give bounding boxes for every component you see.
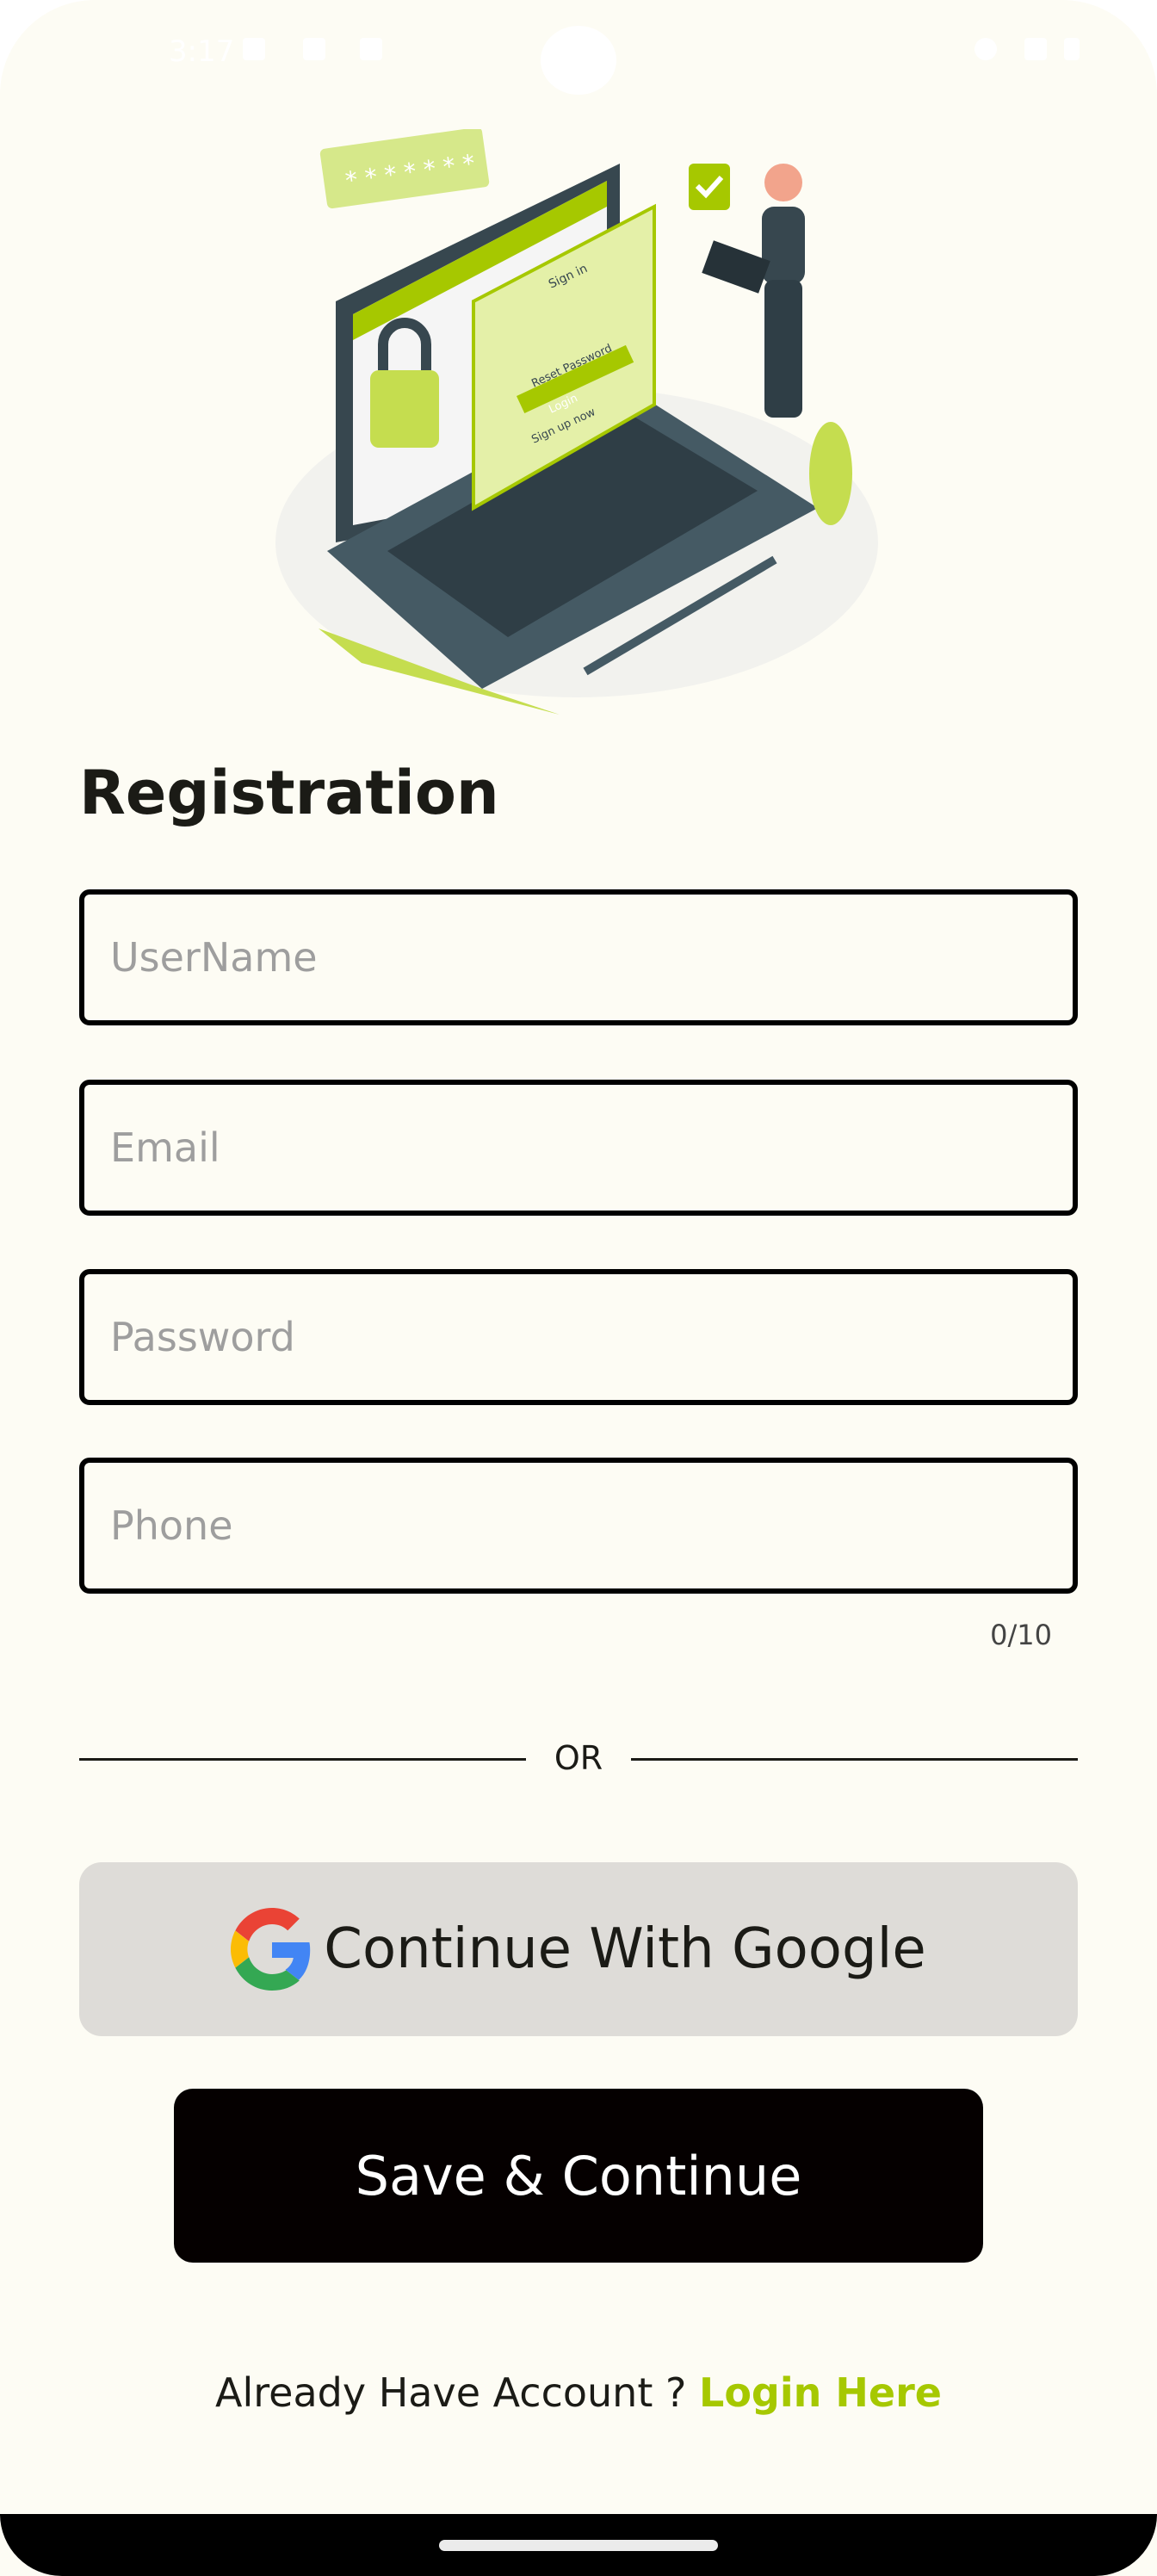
security-illustration: * * * * * * * Sign in Reset Password Log… — [275, 129, 878, 715]
phone-field[interactable] — [79, 1458, 1078, 1594]
person-body — [762, 207, 805, 284]
navigation-bar — [0, 2514, 1157, 2576]
login-prompt-text: Already Have Account ? — [215, 2369, 700, 2416]
login-here-link[interactable]: Login Here — [699, 2369, 942, 2416]
google-logo-icon — [231, 1908, 311, 1991]
home-gesture-handle[interactable] — [439, 2540, 718, 2551]
divider-left — [79, 1758, 526, 1761]
status-time: 3:17 — [169, 34, 235, 69]
lock-icon — [370, 370, 439, 448]
divider-right — [631, 1758, 1078, 1761]
email-input[interactable] — [84, 1085, 1073, 1211]
email-field[interactable] — [79, 1080, 1078, 1216]
username-input[interactable] — [84, 895, 1073, 1020]
shield-icon — [243, 38, 265, 60]
phone-input[interactable] — [84, 1463, 1073, 1588]
continue-with-google-button[interactable]: Continue With Google — [79, 1862, 1078, 2036]
notification-icon — [360, 38, 382, 60]
registration-screen: 3:17 * * * * * * * Sign in Reset Passwor… — [0, 0, 1157, 2576]
password-input[interactable] — [84, 1274, 1073, 1400]
person-laptop — [702, 240, 770, 294]
person-head — [764, 164, 802, 201]
google-button-label: Continue With Google — [324, 1917, 926, 1981]
check-shield-icon — [689, 164, 730, 210]
page-title: Registration — [79, 758, 499, 828]
password-field[interactable] — [79, 1269, 1078, 1405]
plant-leaf — [809, 422, 852, 525]
camera-cutout — [541, 26, 616, 95]
phone-char-counter: 0/10 — [990, 1619, 1052, 1651]
person-legs — [764, 280, 802, 418]
username-field[interactable] — [79, 889, 1078, 1025]
divider-label: OR — [554, 1739, 603, 1777]
battery-icon — [1064, 38, 1080, 60]
sd-card-icon — [303, 38, 325, 60]
login-prompt: Already Have Account ? Login Here — [0, 2369, 1157, 2416]
save-and-continue-button[interactable]: Save & Continue — [174, 2089, 983, 2263]
signal-icon — [1024, 38, 1047, 60]
wifi-icon — [974, 38, 997, 60]
